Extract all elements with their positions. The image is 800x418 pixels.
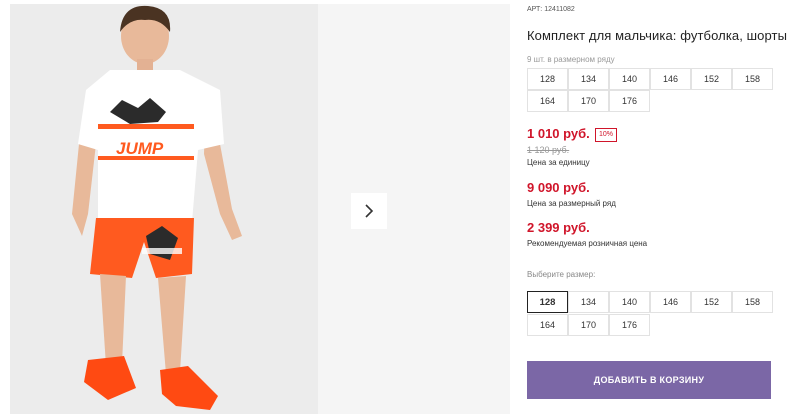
size-row-cell: 146 (650, 68, 691, 90)
row-price-caption: Цена за размерный ряд (527, 199, 616, 208)
unit-price: 1 010 руб. (527, 126, 590, 141)
size-option[interactable]: 134 (568, 291, 609, 313)
size-row-cell: 164 (527, 90, 568, 112)
gallery-next-button[interactable] (351, 193, 387, 229)
size-row-cell: 152 (691, 68, 732, 90)
size-option[interactable]: 146 (650, 291, 691, 313)
size-row-note: 9 шт. в размерном ряду (527, 55, 615, 64)
tshirt-print-text: JUMP (116, 139, 164, 158)
size-row-cell: 128 (527, 68, 568, 90)
row-price: 9 090 руб. (527, 180, 590, 195)
product-photo[interactable]: JUMP (10, 4, 318, 414)
size-option[interactable]: 140 (609, 291, 650, 313)
old-price: 1 120 руб. (527, 145, 570, 155)
size-option[interactable]: 158 (732, 291, 773, 313)
product-title: Комплект для мальчика: футболка, шорты (527, 28, 788, 43)
size-row-cell: 176 (609, 90, 650, 112)
size-row-cell: 170 (568, 90, 609, 112)
size-option[interactable]: 152 (691, 291, 732, 313)
chevron-right-icon (365, 204, 374, 218)
discount-badge: 10% (595, 128, 618, 142)
size-row-cell: 140 (609, 68, 650, 90)
unit-price-caption: Цена за единицу (527, 158, 590, 167)
size-option[interactable]: 170 (568, 314, 609, 336)
size-option[interactable]: 164 (527, 314, 568, 336)
rrp-price: 2 399 руб. (527, 220, 590, 235)
product-photo-illustration: JUMP (10, 4, 318, 414)
rrp-caption: Рекомендуемая розничная цена (527, 239, 648, 248)
article-number: АРТ: 12411082 (527, 6, 575, 13)
size-option[interactable]: 176 (609, 314, 650, 336)
product-gallery: JUMP (10, 4, 510, 414)
article-label: АРТ: (527, 6, 543, 13)
add-to-cart-button[interactable]: ДОБАВИТЬ В КОРЗИНУ (527, 361, 771, 399)
size-option-selected[interactable]: 128 (527, 291, 568, 313)
article-value: 12411082 (544, 6, 575, 13)
size-row-cell: 134 (568, 68, 609, 90)
size-row-cell: 158 (732, 68, 773, 90)
choose-size-label: Выберите размер: (527, 270, 596, 279)
